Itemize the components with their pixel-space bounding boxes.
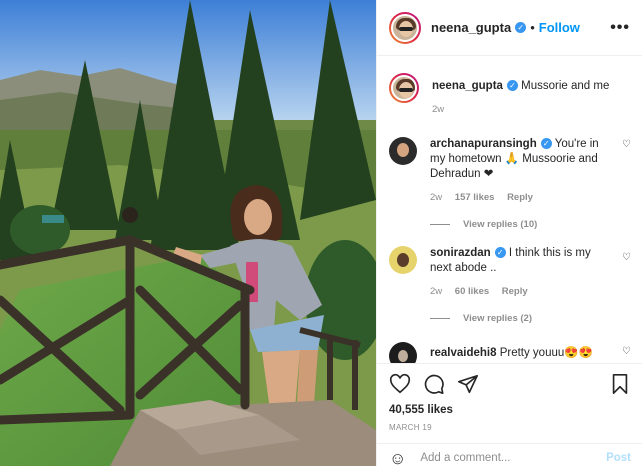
post-photo[interactable] bbox=[0, 0, 376, 466]
comment-row: realvaidehi8 Pretty youuu😍😍 ♡ bbox=[389, 324, 631, 363]
post-date[interactable]: MARCH 19 bbox=[389, 423, 631, 432]
verified-badge-icon: ✓ bbox=[506, 80, 518, 92]
like-comment-heart-icon[interactable]: ♡ bbox=[622, 346, 631, 357]
like-comment-heart-icon[interactable]: ♡ bbox=[622, 139, 631, 150]
comment-input[interactable]: Add a comment... bbox=[420, 452, 510, 464]
comment-username[interactable]: realvaidehi8 bbox=[430, 347, 496, 359]
commenter-avatar[interactable] bbox=[389, 246, 417, 274]
caption-username[interactable]: neena_gupta bbox=[432, 80, 503, 92]
action-icons-row bbox=[389, 371, 631, 397]
view-replies-button[interactable]: View replies (2) bbox=[430, 313, 631, 324]
comment-likes[interactable]: 157 likes bbox=[455, 192, 495, 203]
post-header: neena_gupta ✓ • Follow ••• bbox=[377, 0, 642, 56]
comments-list[interactable]: neena_gupta ✓ Mussorie and me 2w archanap… bbox=[377, 57, 642, 363]
save-bookmark-icon[interactable] bbox=[609, 373, 631, 395]
replies-divider-line bbox=[430, 224, 450, 225]
view-replies-label: View replies (10) bbox=[463, 219, 538, 230]
author-username[interactable]: neena_gupta bbox=[431, 20, 511, 35]
comment-row: sonirazdan ✓ I think this is my next abod… bbox=[389, 230, 631, 299]
verified-badge-icon: ✓ bbox=[494, 247, 506, 259]
view-replies-button[interactable]: View replies (10) bbox=[430, 219, 631, 230]
replies-divider-line bbox=[430, 318, 450, 319]
post-side-panel: neena_gupta ✓ • Follow ••• neena_gupta ✓ … bbox=[376, 0, 642, 466]
share-paper-plane-icon[interactable] bbox=[457, 373, 479, 395]
post-actions: 40,555 likes MARCH 19 bbox=[377, 363, 642, 432]
comment-text: Pretty youuu😍😍 bbox=[499, 347, 593, 359]
add-comment-bar: ☺ Add a comment... Post bbox=[377, 443, 642, 466]
like-heart-icon[interactable] bbox=[389, 373, 411, 395]
comment-bubble-icon[interactable] bbox=[423, 373, 445, 395]
comment-time[interactable]: 2w bbox=[430, 286, 442, 297]
like-comment-heart-icon[interactable]: ♡ bbox=[622, 252, 631, 263]
comment-username[interactable]: archanapuransingh bbox=[430, 138, 537, 150]
follow-button[interactable]: Follow bbox=[539, 20, 580, 35]
caption-text: Mussorie and me bbox=[521, 80, 610, 92]
verified-badge-icon: ✓ bbox=[540, 138, 552, 150]
post-comment-button[interactable]: Post bbox=[606, 452, 631, 464]
post-likes-count[interactable]: 40,555 likes bbox=[389, 404, 631, 416]
comment-username[interactable]: sonirazdan bbox=[430, 247, 491, 259]
comment-time[interactable]: 2w bbox=[430, 192, 442, 203]
comment-row: archanapuransingh ✓ You're in my hometown… bbox=[389, 117, 631, 205]
caption-row: neena_gupta ✓ Mussorie and me 2w bbox=[389, 57, 631, 117]
emoji-icon[interactable]: ☺ bbox=[389, 450, 406, 466]
reply-button[interactable]: Reply bbox=[507, 192, 533, 203]
separator-dot: • bbox=[530, 20, 535, 35]
caption-time[interactable]: 2w bbox=[432, 104, 444, 115]
author-avatar[interactable] bbox=[389, 11, 421, 44]
photo-illustration bbox=[0, 0, 376, 466]
caption-avatar[interactable] bbox=[389, 73, 419, 103]
instagram-post-view: neena_gupta ✓ • Follow ••• neena_gupta ✓ … bbox=[0, 0, 642, 466]
reply-button[interactable]: Reply bbox=[502, 286, 528, 297]
commenter-avatar[interactable] bbox=[389, 342, 417, 363]
verified-badge-icon: ✓ bbox=[515, 22, 527, 33]
more-options-icon[interactable]: ••• bbox=[610, 19, 630, 37]
commenter-avatar[interactable] bbox=[389, 137, 417, 165]
comment-likes[interactable]: 60 likes bbox=[455, 286, 489, 297]
view-replies-label: View replies (2) bbox=[463, 313, 532, 324]
